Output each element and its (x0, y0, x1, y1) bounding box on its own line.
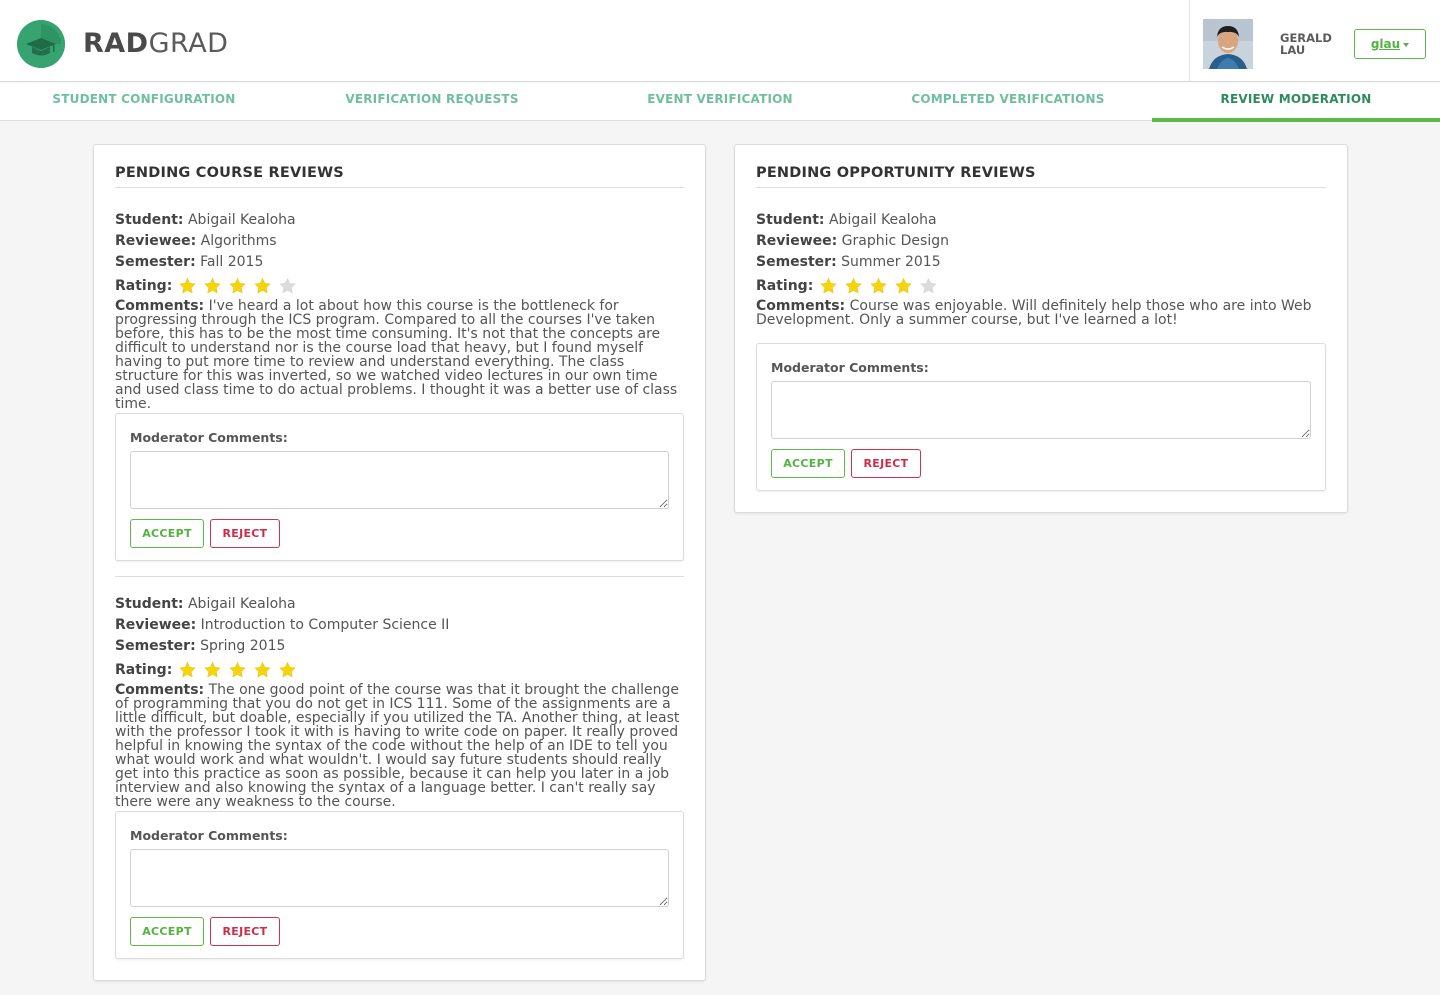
rating-field: Rating: (115, 273, 684, 298)
comments-text: The one good point of the course was tha… (115, 682, 680, 810)
reviewee-field: Reviewee: Algorithms (115, 231, 684, 252)
student-label: Student: (115, 212, 184, 228)
star-filled-icon (254, 277, 272, 293)
accept-button[interactable]: ACCEPT (130, 917, 204, 946)
star-rating (178, 661, 303, 679)
star-rating (178, 277, 303, 295)
moderator-comments-input[interactable] (771, 381, 1311, 439)
reviewee-value: Graphic Design (841, 233, 949, 249)
semester-field: Semester: Fall 2015 (115, 252, 684, 273)
moderator-comments-input[interactable] (130, 451, 669, 509)
radgrad-logo-icon[interactable] (17, 20, 65, 68)
username-label: glau (1370, 37, 1401, 51)
pending-course-reviews-panel: PENDING COURSE REVIEWS Student: Abigail … (93, 144, 706, 981)
brand-name[interactable]: RADGRAD (83, 28, 228, 60)
student-value: Abigail Kealoha (187, 212, 296, 228)
star-filled-icon (279, 661, 297, 677)
rating-label: Rating: (115, 277, 173, 294)
accept-button[interactable]: ACCEPT (130, 519, 204, 548)
brand-grad: GRAD (148, 28, 229, 59)
pending-opportunity-reviews-panel: PENDING OPPORTUNITY REVIEWS Student: Abi… (734, 144, 1348, 513)
student-field: Student: Abigail Kealoha (115, 594, 684, 615)
reviewee-label: Reviewee: (115, 617, 197, 633)
reviewee-field: Reviewee: Introduction to Computer Scien… (115, 615, 684, 636)
semester-value: Spring 2015 (200, 638, 286, 654)
rating-label: Rating: (115, 661, 173, 678)
reviewee-value: Algorithms (200, 233, 277, 249)
main-nav: STUDENT CONFIGURATION VERIFICATION REQUE… (0, 83, 1440, 122)
student-value: Abigail Kealoha (828, 212, 937, 228)
brand-rad: RAD (83, 28, 149, 59)
semester-field: Semester: Summer 2015 (756, 252, 1326, 273)
user-name: GERALD LAU (1280, 32, 1350, 56)
moderator-box: Moderator Comments: ACCEPT REJECT (756, 343, 1326, 491)
user-avatar (1203, 19, 1253, 69)
student-value: Abigail Kealoha (187, 596, 296, 612)
reviewee-label: Reviewee: (756, 233, 838, 249)
caret-down-icon (1403, 42, 1410, 47)
moderator-comments-label: Moderator Comments: (130, 828, 288, 843)
reviewee-field: Reviewee: Graphic Design (756, 231, 1326, 252)
nav-tab-verification-requests[interactable]: VERIFICATION REQUESTS (288, 83, 576, 121)
semester-value: Fall 2015 (200, 254, 264, 270)
review-divider (115, 576, 684, 577)
header-divider (1189, 0, 1190, 82)
course-review-card: Student: Abigail Kealoha Reviewee: Intro… (115, 594, 684, 809)
semester-label: Semester: (756, 254, 837, 270)
opportunity-review-card: Student: Abigail Kealoha Reviewee: Graph… (756, 210, 1326, 327)
rating-field: Rating: (756, 273, 1326, 298)
nav-tab-completed-verifications[interactable]: COMPLETED VERIFICATIONS (864, 83, 1152, 121)
nav-tab-event-verification[interactable]: EVENT VERIFICATION (576, 83, 864, 121)
student-label: Student: (115, 596, 184, 612)
reviewee-label: Reviewee: (115, 233, 197, 249)
student-field: Student: Abigail Kealoha (756, 210, 1326, 231)
nav-tab-review-moderation[interactable]: REVIEW MODERATION (1152, 83, 1440, 122)
reviewee-value: Introduction to Computer Science II (200, 617, 450, 633)
nav-tab-student-configuration[interactable]: STUDENT CONFIGURATION (0, 83, 288, 121)
panel-title: PENDING OPPORTUNITY REVIEWS (756, 163, 1326, 188)
comments-text: I've heard a lot about how this course i… (115, 298, 678, 412)
reject-button[interactable]: REJECT (210, 519, 280, 548)
comments-field: Comments: I've heard a lot about how thi… (115, 299, 684, 411)
star-filled-icon (254, 661, 272, 677)
moderator-comments-label: Moderator Comments: (771, 360, 929, 375)
star-filled-icon (204, 277, 222, 293)
star-filled-icon (229, 661, 247, 677)
semester-label: Semester: (115, 254, 196, 270)
star-filled-icon (179, 277, 197, 293)
reject-button[interactable]: REJECT (851, 449, 921, 478)
star-empty-icon (279, 277, 297, 293)
star-filled-icon (204, 661, 222, 677)
user-last-name: LAU (1280, 43, 1306, 57)
user-menu-button[interactable]: glau (1354, 29, 1426, 59)
star-filled-icon (229, 277, 247, 293)
moderator-box: Moderator Comments: ACCEPT REJECT (115, 811, 684, 959)
top-header: RADGRAD GERALD LAU glau (0, 0, 1440, 82)
rating-field: Rating: (115, 657, 684, 682)
accept-button[interactable]: ACCEPT (771, 449, 845, 478)
moderator-comments-label: Moderator Comments: (130, 430, 288, 445)
moderator-comments-input[interactable] (130, 849, 669, 907)
star-filled-icon (870, 277, 888, 293)
semester-label: Semester: (115, 638, 196, 654)
comments-field: Comments: Course was enjoyable. Will def… (756, 299, 1326, 327)
star-filled-icon (179, 661, 197, 677)
star-rating (819, 277, 944, 295)
student-label: Student: (756, 212, 825, 228)
rating-label: Rating: (756, 277, 814, 294)
panel-title: PENDING COURSE REVIEWS (115, 163, 684, 188)
star-filled-icon (895, 277, 913, 293)
star-empty-icon (920, 277, 938, 293)
semester-field: Semester: Spring 2015 (115, 636, 684, 657)
semester-value: Summer 2015 (841, 254, 941, 270)
star-filled-icon (820, 277, 838, 293)
moderator-box: Moderator Comments: ACCEPT REJECT (115, 413, 684, 561)
course-review-card: Student: Abigail Kealoha Reviewee: Algor… (115, 210, 684, 411)
comments-field: Comments: The one good point of the cour… (115, 683, 684, 809)
star-filled-icon (845, 277, 863, 293)
reject-button[interactable]: REJECT (210, 917, 280, 946)
student-field: Student: Abigail Kealoha (115, 210, 684, 231)
